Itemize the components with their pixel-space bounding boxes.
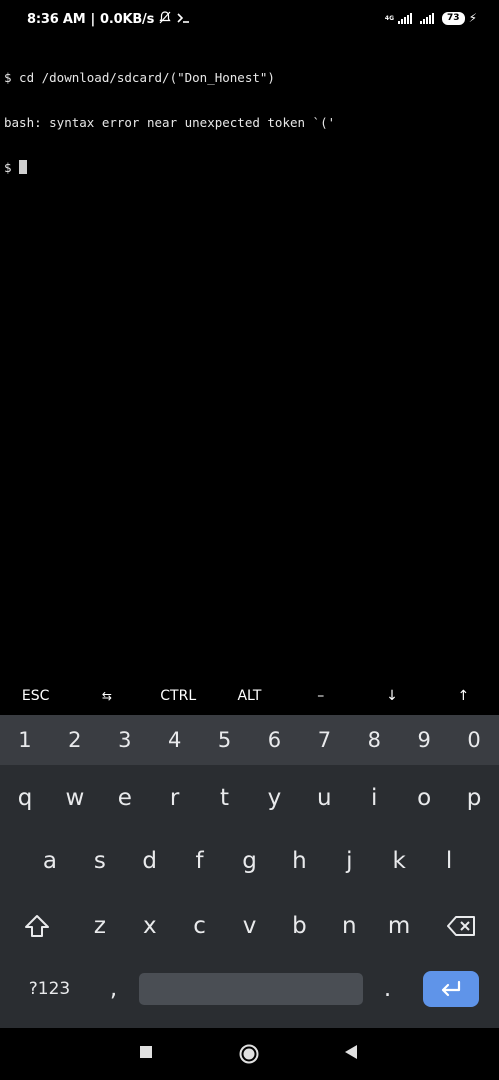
battery-indicator: 73: [442, 11, 465, 25]
mute-bell-icon: [159, 11, 171, 28]
key-t[interactable]: t: [200, 773, 250, 823]
status-speed: 0.0KB/s: [100, 12, 155, 27]
soft-keyboard: 1 2 3 4 5 6 7 8 9 0 q w e r t y u i o p …: [0, 715, 499, 1028]
key-i[interactable]: i: [349, 773, 399, 823]
key-g[interactable]: g: [225, 836, 275, 886]
letter-row-2: a s d f g h j k l: [0, 836, 499, 886]
extra-keys-row: ESC ⇆ CTRL ALT – ↓ ↑: [0, 679, 499, 713]
home-circle-icon: [239, 1044, 259, 1064]
key-e[interactable]: e: [100, 773, 150, 823]
back-button[interactable]: [343, 1044, 359, 1060]
key-c[interactable]: c: [175, 901, 225, 951]
key-0[interactable]: 0: [449, 715, 499, 765]
terminal-prompt: $: [4, 160, 20, 175]
backspace-icon: [446, 916, 475, 936]
recents-button[interactable]: [138, 1044, 154, 1060]
signal-1-icon: [398, 12, 413, 24]
key-6[interactable]: 6: [250, 715, 300, 765]
enter-key[interactable]: [413, 967, 489, 1011]
key-8[interactable]: 8: [349, 715, 399, 765]
key-5[interactable]: 5: [200, 715, 250, 765]
key-x[interactable]: x: [125, 901, 175, 951]
key-b[interactable]: b: [274, 901, 324, 951]
terminal-notification-icon: [176, 12, 190, 28]
number-row: 1 2 3 4 5 6 7 8 9 0: [0, 715, 499, 765]
key-3[interactable]: 3: [100, 715, 150, 765]
status-right: 4G 73 ⚡: [385, 11, 477, 25]
key-k[interactable]: k: [374, 836, 424, 886]
terminal-output[interactable]: $ cd /download/sdcard/("Don_Honest") bas…: [4, 40, 494, 190]
key-l[interactable]: l: [424, 836, 474, 886]
symbols-key[interactable]: ?123: [11, 967, 89, 1011]
key-f[interactable]: f: [175, 836, 225, 886]
letter-row-3: z x c v b n m: [0, 901, 499, 951]
key-p[interactable]: p: [449, 773, 499, 823]
key-s[interactable]: s: [75, 836, 125, 886]
key-v[interactable]: v: [225, 901, 275, 951]
enter-key-bg: [422, 971, 479, 1007]
terminal-line: bash: syntax error near unexpected token…: [4, 115, 336, 130]
bottom-row: ?123 , .: [0, 967, 499, 1011]
key-m[interactable]: m: [374, 901, 424, 951]
key-7[interactable]: 7: [299, 715, 349, 765]
status-time: 8:36 AM: [27, 12, 86, 27]
key-o[interactable]: o: [399, 773, 449, 823]
space-key[interactable]: [138, 967, 363, 1011]
key-w[interactable]: w: [50, 773, 100, 823]
letter-row-1: q w e r t y u i o p: [0, 773, 499, 823]
key-r[interactable]: r: [150, 773, 200, 823]
tab-key[interactable]: ⇆: [71, 679, 142, 713]
dash-key[interactable]: –: [285, 679, 356, 713]
key-h[interactable]: h: [274, 836, 324, 886]
network-type-label: 4G: [384, 14, 395, 22]
terminal-line: $ cd /download/sdcard/("Don_Honest"): [4, 70, 275, 85]
terminal-cursor: [19, 160, 28, 174]
key-y[interactable]: y: [250, 773, 300, 823]
ctrl-key[interactable]: CTRL: [143, 679, 214, 713]
charging-bolt-icon: ⚡: [468, 11, 477, 25]
back-triangle-icon: [345, 1045, 357, 1059]
square-icon: [140, 1046, 152, 1058]
key-n[interactable]: n: [324, 901, 374, 951]
comma-key[interactable]: ,: [89, 967, 139, 1011]
key-1[interactable]: 1: [0, 715, 50, 765]
period-key[interactable]: .: [363, 967, 413, 1011]
shift-key[interactable]: [0, 901, 75, 951]
arrow-up-key[interactable]: ↑: [428, 679, 499, 713]
status-separator: |: [90, 12, 96, 27]
enter-arrow-icon: [441, 980, 460, 997]
key-d[interactable]: d: [125, 836, 175, 886]
key-a[interactable]: a: [25, 836, 75, 886]
key-u[interactable]: u: [299, 773, 349, 823]
key-2[interactable]: 2: [50, 715, 100, 765]
backspace-key[interactable]: [424, 901, 499, 951]
key-j[interactable]: j: [324, 836, 374, 886]
status-bar: 8:36 AM | 0.0KB/s 4G 73 ⚡: [0, 0, 499, 36]
key-4[interactable]: 4: [150, 715, 200, 765]
status-left: 8:36 AM | 0.0KB/s: [27, 11, 190, 28]
terminal-prompt-line: $: [4, 160, 494, 175]
signal-2-icon: [420, 12, 435, 24]
esc-key[interactable]: ESC: [0, 679, 71, 713]
shift-arrow-icon: [25, 915, 50, 937]
home-button[interactable]: [238, 1043, 260, 1065]
key-q[interactable]: q: [0, 773, 50, 823]
key-9[interactable]: 9: [399, 715, 449, 765]
alt-key[interactable]: ALT: [214, 679, 285, 713]
arrow-down-key[interactable]: ↓: [356, 679, 427, 713]
key-z[interactable]: z: [75, 901, 125, 951]
space-bar: [138, 973, 363, 1005]
